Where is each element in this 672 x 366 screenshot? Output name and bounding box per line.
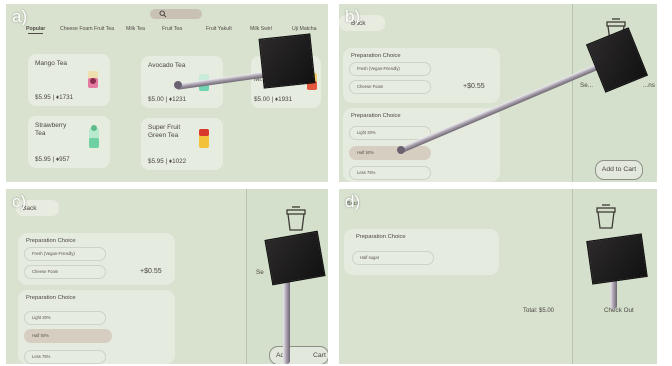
tab-milk-tea[interactable]: Milk Tea xyxy=(126,26,145,32)
option-price: +$0.55 xyxy=(140,268,162,275)
stylus-device-body xyxy=(264,230,326,286)
side-panel: Se... ...ns Add to Cart xyxy=(572,4,657,182)
section-title: Preparation Choice xyxy=(26,295,76,301)
product-price: $5.00 | ♦1931 xyxy=(254,96,293,103)
section-title: Preparation Choice xyxy=(351,53,401,59)
product-name: Strawberry Tea xyxy=(35,122,67,137)
product-name: Avocado Tea xyxy=(148,62,186,69)
option-half[interactable]: Half 50% xyxy=(24,329,112,343)
stylus-tip xyxy=(174,81,182,89)
add-to-cart-label-right: Cart xyxy=(313,352,326,359)
search-icon xyxy=(159,10,167,18)
mango-tea-drink-image xyxy=(88,71,98,88)
stylus-device-body xyxy=(586,233,648,285)
cup-icon xyxy=(286,206,306,231)
preparation-choice-section-1: Preparation Choice Fresh (Vegan-Friendly… xyxy=(343,48,500,103)
side-text-right: ...ns xyxy=(643,82,655,89)
product-name: Mango Tea xyxy=(35,60,68,67)
option-less[interactable]: Less 75% xyxy=(349,166,431,180)
tab-cheese-foam-fruit-tea[interactable]: Cheese Foam Fruit Tea xyxy=(60,26,114,32)
cup-icon xyxy=(596,204,616,229)
tab-milk-swirl[interactable]: Milk Swirl xyxy=(250,26,272,32)
product-card-mango-tea[interactable]: Mango Tea $5.95 | ♦1731 xyxy=(28,54,110,106)
option-fresh-vegan[interactable]: Fresh (Vegan-Friendly) xyxy=(24,247,106,261)
strawberry-tea-drink-image xyxy=(89,125,99,148)
add-to-cart-button[interactable]: Add Cart xyxy=(269,346,328,364)
tab-fruit-tea[interactable]: Fruit Tea xyxy=(162,26,182,32)
option-half[interactable]: Half 50% xyxy=(349,146,431,160)
total-price: Total: $5.00 xyxy=(523,308,555,314)
option-light[interactable]: Light 30% xyxy=(24,311,106,325)
super-fruit-drink-image xyxy=(199,129,209,148)
product-card-strawberry-tea[interactable]: Strawberry Tea $5.95 | ♦957 xyxy=(28,116,110,168)
option-cheese-foam[interactable]: Cheese Foam xyxy=(349,80,431,94)
product-price: $5.00 | ♦1231 xyxy=(148,96,187,103)
product-card-super-fruit-green-tea[interactable]: Super Fruit Green Tea $5.95 | ♦1022 xyxy=(141,118,223,170)
product-price: $5.95 | ♦957 xyxy=(35,156,70,163)
cart-item-option: Half sugar xyxy=(352,251,434,265)
tab-popular[interactable]: Popular xyxy=(26,26,45,32)
cart-item-title: Preparation Choice xyxy=(356,234,406,240)
panel-b-options-screen: b) Back Preparation Choice Fresh (Vegan-… xyxy=(339,4,657,182)
stylus-tip xyxy=(397,146,405,154)
panel-c-options-screen: c) Back Preparation Choice Fresh (Vegan-… xyxy=(6,189,328,364)
section-title: Preparation Choice xyxy=(26,238,76,244)
option-cheese-foam[interactable]: Cheese Foam xyxy=(24,265,106,279)
preparation-choice-section-1: Preparation Choice Fresh (Vegan-Friendly… xyxy=(18,233,175,285)
panel-label: b) xyxy=(345,7,361,26)
option-light[interactable]: Light 30% xyxy=(349,126,431,140)
section-title: Preparation Choice xyxy=(351,113,401,119)
product-price: $5.95 | ♦1731 xyxy=(35,94,74,101)
cart-item: Preparation Choice Half sugar xyxy=(344,229,499,275)
search-bar[interactable] xyxy=(150,9,202,19)
checkout-button[interactable]: Check Out xyxy=(604,307,634,314)
side-text: Se... xyxy=(580,82,593,89)
option-fresh-vegan[interactable]: Fresh (Vegan-Friendly) xyxy=(349,62,431,76)
stylus-device-body xyxy=(258,33,316,89)
panel-label: a) xyxy=(12,7,28,26)
tab-uji-matcha[interactable]: Uji Matcha xyxy=(292,26,317,32)
panel-label: d) xyxy=(345,192,361,211)
option-less[interactable]: Less 75% xyxy=(24,350,106,364)
panel-label: c) xyxy=(12,192,27,211)
panel-a-menu-screen: a) Popular Cheese Foam Fruit Tea Milk Te… xyxy=(6,4,328,182)
add-to-cart-button[interactable]: Add to Cart xyxy=(595,160,643,180)
side-text: Se xyxy=(256,269,264,276)
product-name: Super Fruit Green Tea xyxy=(148,124,181,139)
panel-d-cart-screen: d) Back Preparation Choice Half sugar To… xyxy=(339,189,657,364)
active-tab-underline xyxy=(28,33,43,34)
preparation-choice-section-2: Preparation Choice Light 30% Half 50% Le… xyxy=(18,290,175,364)
tab-fruit-yakult[interactable]: Fruit Yakult xyxy=(206,26,232,32)
option-price: +$0.55 xyxy=(463,83,485,90)
product-price: $5.95 | ♦1022 xyxy=(148,158,187,165)
